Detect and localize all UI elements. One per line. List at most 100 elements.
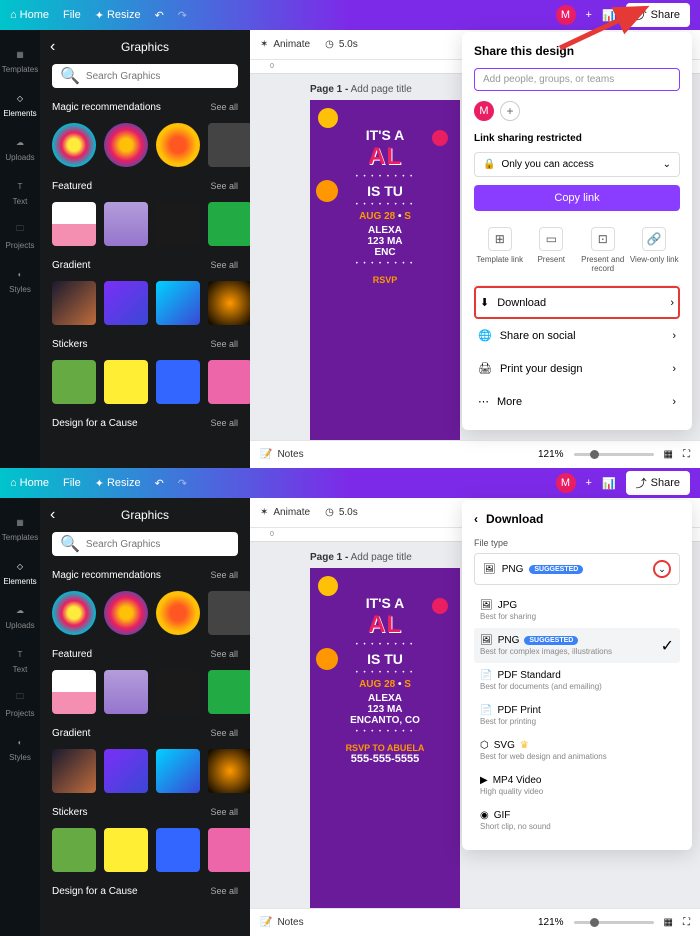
grid-view-icon[interactable]: ▦ [664,917,673,928]
access-dropdown[interactable]: 🔒Only you can access ⌄ [474,152,680,177]
avatar[interactable]: M [556,5,576,25]
graphic-thumb[interactable] [52,360,96,404]
nav-projects[interactable]: 🗀Projects [0,214,40,258]
share-social-item[interactable]: 🌐Share on social › [474,319,680,352]
animate-button[interactable]: ✶Animate [260,507,310,518]
see-all-link[interactable]: See all [210,339,238,350]
file-button[interactable]: File [63,9,81,21]
graphic-thumb[interactable] [208,281,250,325]
view-only-button[interactable]: 🔗View-only link [629,227,679,273]
file-button[interactable]: File [63,477,81,489]
graphic-thumb[interactable] [52,591,96,635]
insights-button[interactable]: 📊 [602,9,616,22]
zoom-level[interactable]: 121% [538,449,564,460]
design-canvas[interactable]: IT'S A AL • • • • • • • • IS TU • • • • … [310,568,460,908]
graphic-thumb[interactable] [52,123,96,167]
present-record-button[interactable]: ⊡Present and record [578,227,628,273]
graphic-thumb[interactable] [104,123,148,167]
graphic-thumb[interactable] [156,360,200,404]
redo-button[interactable]: ↷ [178,477,187,490]
graphic-thumb[interactable] [156,591,200,635]
back-icon[interactable]: ‹ [50,38,55,56]
grid-view-icon[interactable]: ▦ [664,449,673,460]
more-item[interactable]: ⋯More › [474,385,680,418]
duration-button[interactable]: ◷5.0s [325,39,358,50]
nav-templates[interactable]: ▦Templates [0,506,40,550]
see-all-link[interactable]: See all [210,570,238,581]
fullscreen-icon[interactable]: ⛶ [683,917,690,928]
zoom-slider[interactable] [574,453,654,456]
graphic-thumb[interactable] [104,670,148,714]
see-all-link[interactable]: See all [210,260,238,271]
graphic-thumb[interactable] [104,281,148,325]
animate-button[interactable]: ✶Animate [260,39,310,50]
filetype-option-pdf-print[interactable]: 📄PDF Print Best for printing [474,698,680,733]
graphic-thumb[interactable] [104,749,148,793]
graphic-thumb[interactable] [52,281,96,325]
nav-projects[interactable]: 🗀Projects [0,682,40,726]
graphic-thumb[interactable] [156,670,200,714]
print-design-item[interactable]: 🖨Print your design › [474,352,680,385]
graphic-thumb[interactable] [52,749,96,793]
graphic-thumb[interactable] [156,828,200,872]
nav-uploads[interactable]: ☁Uploads [0,594,40,638]
nav-styles[interactable]: ◐Styles [0,258,40,302]
notes-button[interactable]: 📝Notes [260,449,304,460]
graphic-thumb[interactable] [156,749,200,793]
home-button[interactable]: ⌂Home [10,477,49,489]
add-member-button[interactable]: + [586,477,592,489]
see-all-link[interactable]: See all [210,728,238,739]
copy-link-button[interactable]: Copy link [474,185,680,211]
graphic-thumb[interactable] [156,281,200,325]
insights-button[interactable]: 📊 [602,477,616,490]
nav-text[interactable]: TText [0,170,40,214]
graphic-thumb[interactable] [104,828,148,872]
filetype-option-svg[interactable]: ⬡SVG♛ Best for web design and animations [474,733,680,768]
graphic-thumb[interactable] [208,123,250,167]
filetype-option-mp4[interactable]: ▶MP4 Video High quality video [474,768,680,803]
zoom-slider[interactable] [574,921,654,924]
template-link-button[interactable]: ⊞Template link [475,227,525,273]
graphic-thumb[interactable] [104,202,148,246]
see-all-link[interactable]: See all [210,418,238,429]
back-icon[interactable]: ‹ [474,512,478,526]
graphic-thumb[interactable] [52,828,96,872]
zoom-level[interactable]: 121% [538,917,564,928]
see-all-link[interactable]: See all [210,807,238,818]
resize-button[interactable]: ✦Resize [95,477,141,490]
nav-uploads[interactable]: ☁Uploads [0,126,40,170]
graphic-thumb[interactable] [208,749,250,793]
undo-button[interactable]: ↶ [155,9,164,22]
graphic-thumb[interactable] [156,123,200,167]
people-input[interactable]: Add people, groups, or teams [474,68,680,91]
graphic-thumb[interactable] [208,591,250,635]
graphic-thumb[interactable] [208,360,250,404]
see-all-link[interactable]: See all [210,181,238,192]
graphic-thumb[interactable] [52,202,96,246]
avatar[interactable]: M [556,473,576,493]
nav-elements[interactable]: ◇Elements [0,550,40,594]
add-member-button[interactable]: + [586,9,592,21]
filetype-option-pdf-standard[interactable]: 📄PDF Standard Best for documents (and em… [474,663,680,698]
undo-button[interactable]: ↶ [155,477,164,490]
nav-elements[interactable]: ◇Elements [0,82,40,126]
share-button[interactable]: ⤴Share [626,471,690,495]
graphic-thumb[interactable] [104,360,148,404]
nav-text[interactable]: TText [0,638,40,682]
add-person-button[interactable]: + [500,101,520,121]
filetype-dropdown[interactable]: 🖼PNGSUGGESTED ⌄ [474,553,680,585]
fullscreen-icon[interactable]: ⛶ [683,449,690,460]
filetype-option-gif[interactable]: ◉GIF Short clip, no sound [474,803,680,838]
search-input[interactable]: 🔍 [52,64,238,88]
notes-button[interactable]: 📝Notes [260,917,304,928]
avatar[interactable]: M [474,101,494,121]
back-icon[interactable]: ‹ [50,506,55,524]
graphic-thumb[interactable] [208,670,250,714]
resize-button[interactable]: ✦Resize [95,9,141,22]
see-all-link[interactable]: See all [210,649,238,660]
graphic-thumb[interactable] [208,202,250,246]
filetype-option-jpg[interactable]: 🖼JPG Best for sharing [474,593,680,628]
graphic-thumb[interactable] [208,828,250,872]
share-button[interactable]: ⤴Share [626,3,690,27]
graphic-thumb[interactable] [156,202,200,246]
